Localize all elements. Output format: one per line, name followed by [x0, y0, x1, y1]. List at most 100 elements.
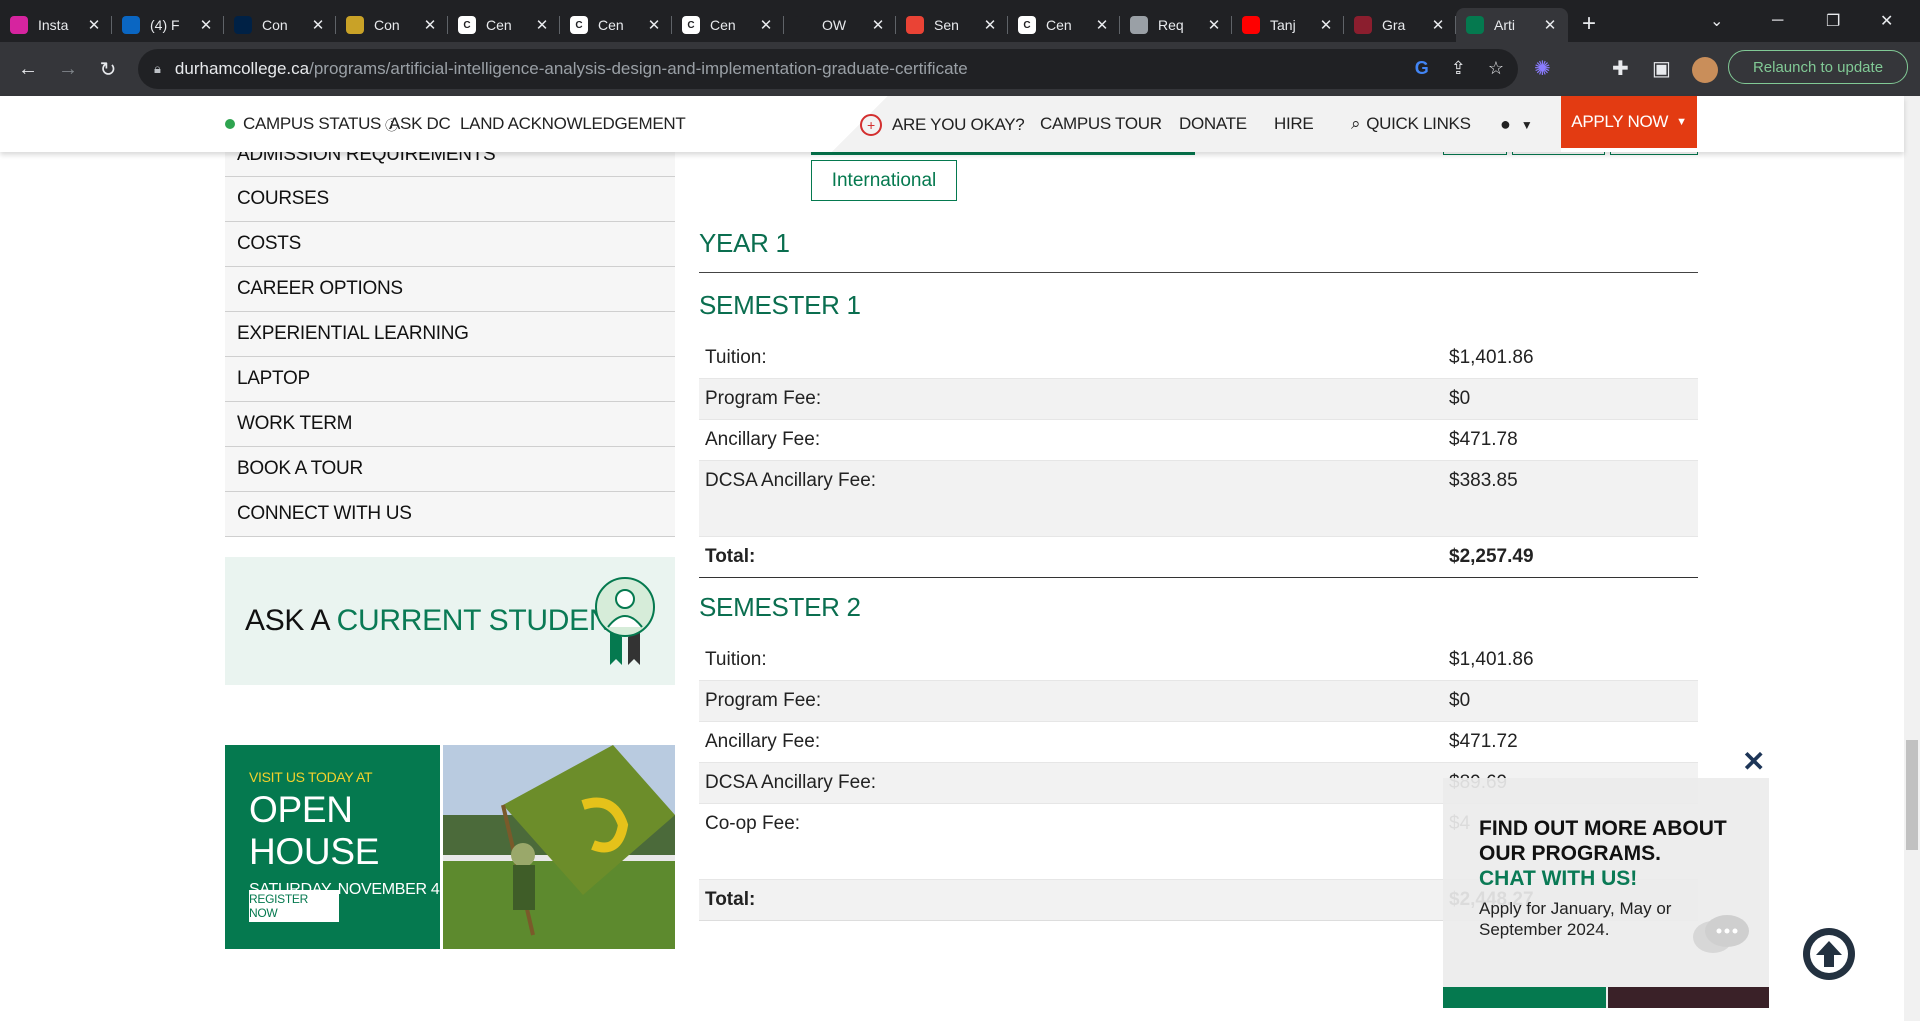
tab-list: Insta ✕ (4) F ✕ Con ✕ Con ✕ C Cen ✕ C Cen ✕ C Cen ✕ OW ✕ Se… — [0, 0, 1568, 42]
register-now-button[interactable]: REGISTER NOW — [249, 890, 339, 922]
browser-tab[interactable]: Con ✕ — [336, 8, 448, 42]
close-tab-icon[interactable]: ✕ — [310, 16, 326, 34]
semester-2-title: SEMESTER 2 — [699, 592, 861, 622]
tab-search-icon[interactable]: ⌄ — [1710, 0, 1723, 42]
close-tab-icon[interactable]: ✕ — [982, 16, 998, 34]
quick-links-link[interactable]: ⌕ QUICK LINKS — [1351, 114, 1471, 134]
open-house-title: OPEN HOUSE — [249, 789, 380, 872]
browser-tab[interactable]: C Cen ✕ — [672, 8, 784, 42]
sidebar-item-connect-with-us[interactable]: CONNECT WITH US — [225, 492, 675, 537]
page-scrollbar[interactable] — [1904, 96, 1920, 1021]
profile-avatar[interactable] — [1692, 57, 1718, 83]
fee-amount: $383.85 — [1449, 470, 1518, 491]
open-house-banner[interactable]: VISIT US TODAY AT OPEN HOUSE SATURDAY, N… — [225, 745, 440, 949]
c-icon: C — [682, 16, 700, 34]
close-tab-icon[interactable]: ✕ — [198, 16, 214, 34]
reload-icon[interactable]: ↻ — [88, 57, 128, 82]
close-tab-icon[interactable]: ✕ — [870, 16, 886, 34]
lock-icon[interactable]: 🔒︎ — [154, 61, 161, 77]
browser-tab[interactable]: Gra ✕ — [1344, 8, 1456, 42]
search-icon: ⌕ — [1351, 114, 1361, 133]
user-icon: ● — [1500, 114, 1511, 134]
close-tab-icon[interactable]: ✕ — [758, 16, 774, 34]
browser-tab[interactable]: Con ✕ — [224, 8, 336, 42]
sidebar-item-work-term[interactable]: WORK TERM — [225, 402, 675, 447]
chat-close-icon[interactable]: ✕ — [1742, 745, 1765, 778]
back-to-top-button[interactable] — [1803, 928, 1855, 980]
browser-tab[interactable]: C Cen ✕ — [448, 8, 560, 42]
fee-amount: $471.78 — [1449, 429, 1518, 450]
browser-tab-title: Gra — [1382, 17, 1406, 33]
sidebar-item-book-a-tour[interactable]: BOOK A TOUR — [225, 447, 675, 492]
donate-link[interactable]: DONATE — [1179, 114, 1247, 134]
extension-sparkle-icon[interactable]: ✺ — [1534, 56, 1551, 81]
international-tab-button[interactable]: International — [811, 160, 957, 201]
sidebar-item-experiential-learning[interactable]: EXPERIENTIAL LEARNING — [225, 312, 675, 357]
sidebar-item-costs[interactable]: COSTS — [225, 222, 675, 267]
bookmark-star-icon[interactable]: ☆ — [1488, 58, 1504, 79]
restore-icon[interactable]: ❐ — [1826, 0, 1840, 42]
sidebar-item-laptop[interactable]: LAPTOP — [225, 357, 675, 402]
page-scrollbar-thumb[interactable] — [1906, 740, 1918, 850]
browser-toolbar: ← → ↻ 🔒︎ durhamcollege.ca/programs/artif… — [0, 42, 1920, 96]
apply-now-button[interactable]: APPLY NOW ▼ — [1561, 96, 1697, 148]
close-tab-icon[interactable]: ✕ — [1318, 16, 1334, 34]
fee-amount: $0 — [1449, 388, 1471, 409]
extensions-puzzle-icon[interactable]: ✚ — [1612, 56, 1629, 81]
google-lens-icon[interactable]: G — [1415, 58, 1429, 79]
chat-popup[interactable]: FIND OUT MORE ABOUT OUR PROGRAMS. CHAT W… — [1443, 778, 1769, 1008]
fee-label: DCSA Ancillary Fee: — [705, 772, 877, 793]
forward-icon[interactable]: → — [48, 58, 88, 81]
close-tab-icon[interactable]: ✕ — [1094, 16, 1110, 34]
browser-tab[interactable]: C Cen ✕ — [560, 8, 672, 42]
close-tab-icon[interactable]: ✕ — [1430, 16, 1446, 34]
browser-tab[interactable]: C Cen ✕ — [1008, 8, 1120, 42]
browser-tab[interactable]: Sen ✕ — [896, 8, 1008, 42]
ask-dc-link[interactable]: ASK DC — [389, 114, 451, 134]
address-bar[interactable]: 🔒︎ durhamcollege.ca/programs/artificial-… — [138, 49, 1518, 89]
close-tab-icon[interactable]: ✕ — [534, 16, 550, 34]
chat-cta[interactable]: CHAT WITH US! — [1479, 866, 1769, 892]
land-acknowledgement-link[interactable]: LAND ACKNOWLEDGEMENT — [460, 114, 686, 134]
sidebar-item-career-options[interactable]: CAREER OPTIONS — [225, 267, 675, 312]
browser-tab-title: Con — [262, 17, 288, 33]
close-tab-icon[interactable]: ✕ — [1206, 16, 1222, 34]
close-tab-icon[interactable]: ✕ — [422, 16, 438, 34]
new-tab-button[interactable]: + — [1582, 10, 1596, 38]
fee-row: DCSA Ancillary Fee: $383.85 — [699, 461, 1698, 537]
first-aid-icon: + — [860, 114, 882, 136]
browser-tab-title: Cen — [710, 17, 736, 33]
browser-tab[interactable]: Req ✕ — [1120, 8, 1232, 42]
sidebar-item-courses[interactable]: COURSES — [225, 177, 675, 222]
ask-current-student-card[interactable]: ASK A CURRENT STUDENT — [225, 557, 675, 685]
close-tab-icon[interactable]: ✕ — [1542, 16, 1558, 34]
ubc-icon — [234, 16, 252, 34]
back-icon[interactable]: ← — [8, 58, 48, 81]
side-panel-icon[interactable]: ▣ — [1652, 56, 1671, 81]
open-house-photo — [443, 745, 675, 949]
campus-tour-link[interactable]: CAMPUS TOUR — [1040, 114, 1162, 134]
gmail-icon — [906, 16, 924, 34]
minimize-icon[interactable]: ─ — [1772, 0, 1783, 42]
fee-label: Ancillary Fee: — [705, 429, 821, 450]
durham-icon — [1466, 16, 1484, 34]
close-tab-icon[interactable]: ✕ — [86, 16, 102, 34]
campus-status-link[interactable]: CAMPUS STATUS ⓘ — [225, 114, 398, 134]
account-menu[interactable]: ● ▼ — [1500, 114, 1533, 135]
fee-total-amount: $2,257.49 — [1449, 546, 1534, 567]
browser-tab[interactable]: Arti ✕ — [1456, 8, 1568, 42]
browser-tab[interactable]: Insta ✕ — [0, 8, 112, 42]
relaunch-button[interactable]: Relaunch to update — [1728, 50, 1908, 84]
close-tab-icon[interactable]: ✕ — [646, 16, 662, 34]
close-window-icon[interactable]: ✕ — [1880, 0, 1893, 42]
share-icon[interactable]: ⇪ — [1451, 58, 1466, 79]
ask-current-student-text: ASK A CURRENT STUDENT — [245, 604, 629, 637]
hire-link[interactable]: HIRE — [1274, 114, 1314, 134]
fee-row: Ancillary Fee: $471.78 — [699, 420, 1698, 461]
fee-amount: $471.72 — [1449, 731, 1518, 752]
browser-tab[interactable]: Tanj ✕ — [1232, 8, 1344, 42]
browser-tab[interactable]: OW ✕ — [784, 8, 896, 42]
fee-row: Tuition: $1,401.86 — [699, 338, 1698, 379]
browser-tab[interactable]: (4) F ✕ — [112, 8, 224, 42]
are-you-okay-link[interactable]: + ARE YOU OKAY? — [860, 114, 1025, 136]
